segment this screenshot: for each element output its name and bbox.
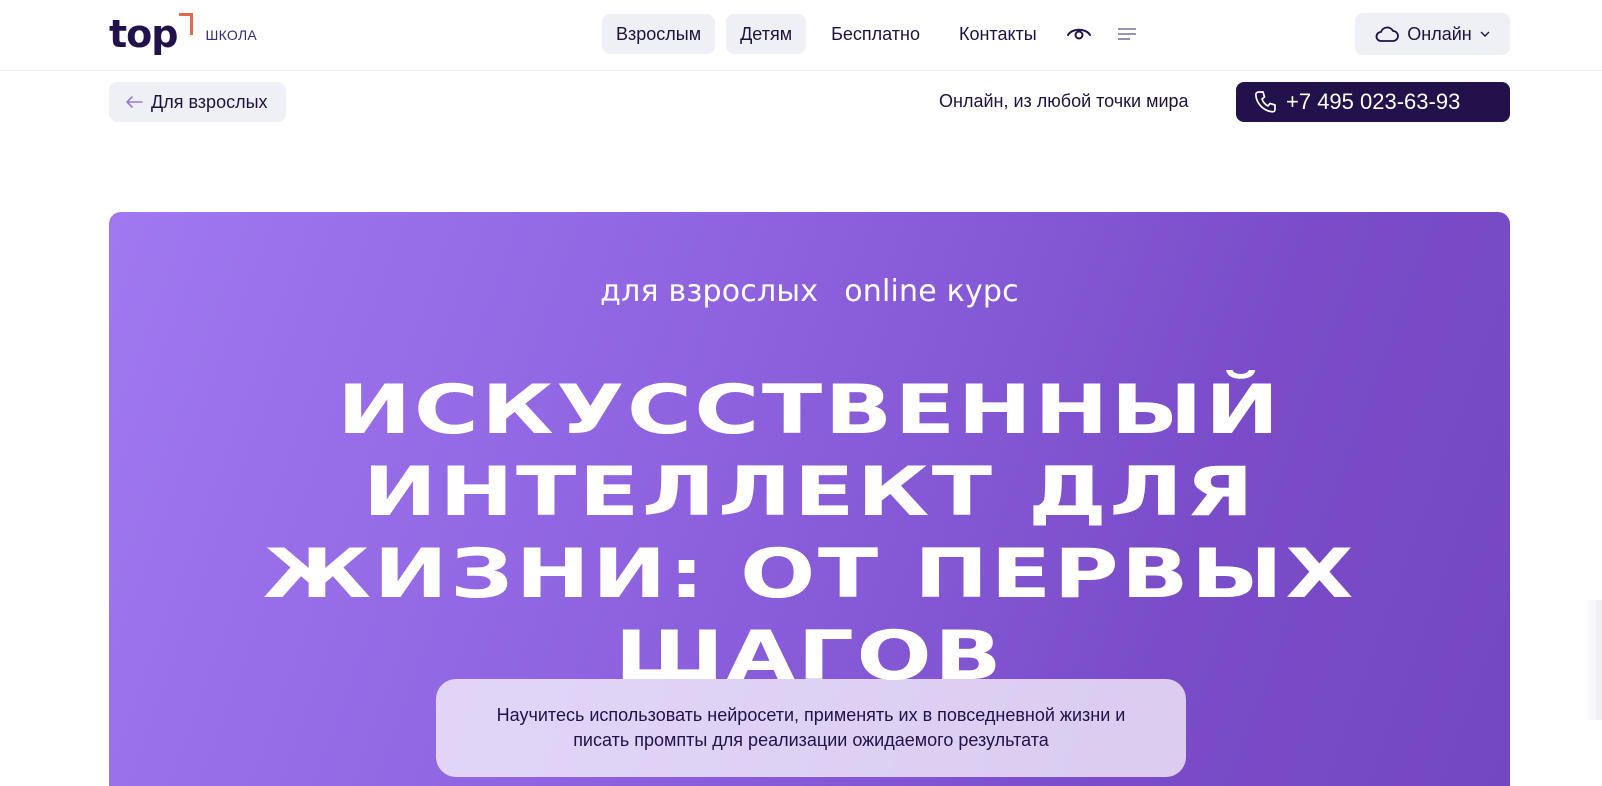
logo[interactable]: top ШКОЛА [109,10,257,58]
main-nav: Взрослым Детям Бесплатно Контакты [602,14,1147,54]
menu-icon[interactable] [1107,14,1147,54]
hero-banner: для взрослых online курс ИСКУССТВЕННЫЙ ИН… [109,212,1510,786]
nav-item-adults[interactable]: Взрослым [602,14,716,54]
logo-mark: top [109,12,194,56]
hero-description: Научитесь использовать нейросети, примен… [436,679,1186,777]
tag-format: online курс [844,274,1019,309]
tag-audience: для взрослых [600,274,819,309]
logo-text: top [109,12,178,56]
location-note: Онлайн, из любой точки мира [939,91,1189,111]
nav-item-free[interactable]: Бесплатно [817,14,934,54]
city-select-label: Онлайн [1407,23,1472,44]
nav-item-kids[interactable]: Детям [726,14,807,54]
cloud-icon [1375,26,1400,42]
scroll-edge [1584,600,1602,720]
phone-button[interactable]: +7 495 023-63-93 [1236,82,1510,122]
chevron-down-icon [1480,31,1490,37]
hero-title: ИСКУССТВЕННЫЙ ИНТЕЛЛЕКТ ДЛЯ ЖИЗНИ: ОТ ПЕ… [262,371,1357,696]
logo-subtitle: ШКОЛА [205,27,258,43]
phone-number: +7 495 023-63-93 [1286,89,1461,114]
phone-icon [1254,91,1276,113]
site-header: top ШКОЛА Взрослым Детям Бесплатно Конта… [0,0,1602,71]
eye-icon[interactable] [1059,14,1099,54]
city-select-button[interactable]: Онлайн [1355,13,1510,55]
back-button[interactable]: Для взрослых [109,82,286,122]
arrow-left-icon [126,96,143,108]
hero-tags: для взрослых online курс [109,274,1510,309]
hero-title-wrap: ИСКУССТВЕННЫЙ ИНТЕЛЛЕКТ ДЛЯ ЖИЗНИ: ОТ ПЕ… [109,370,1510,698]
logo-corner-icon [179,13,194,35]
nav-item-contacts[interactable]: Контакты [945,14,1051,54]
back-button-label: Для взрослых [151,91,268,112]
